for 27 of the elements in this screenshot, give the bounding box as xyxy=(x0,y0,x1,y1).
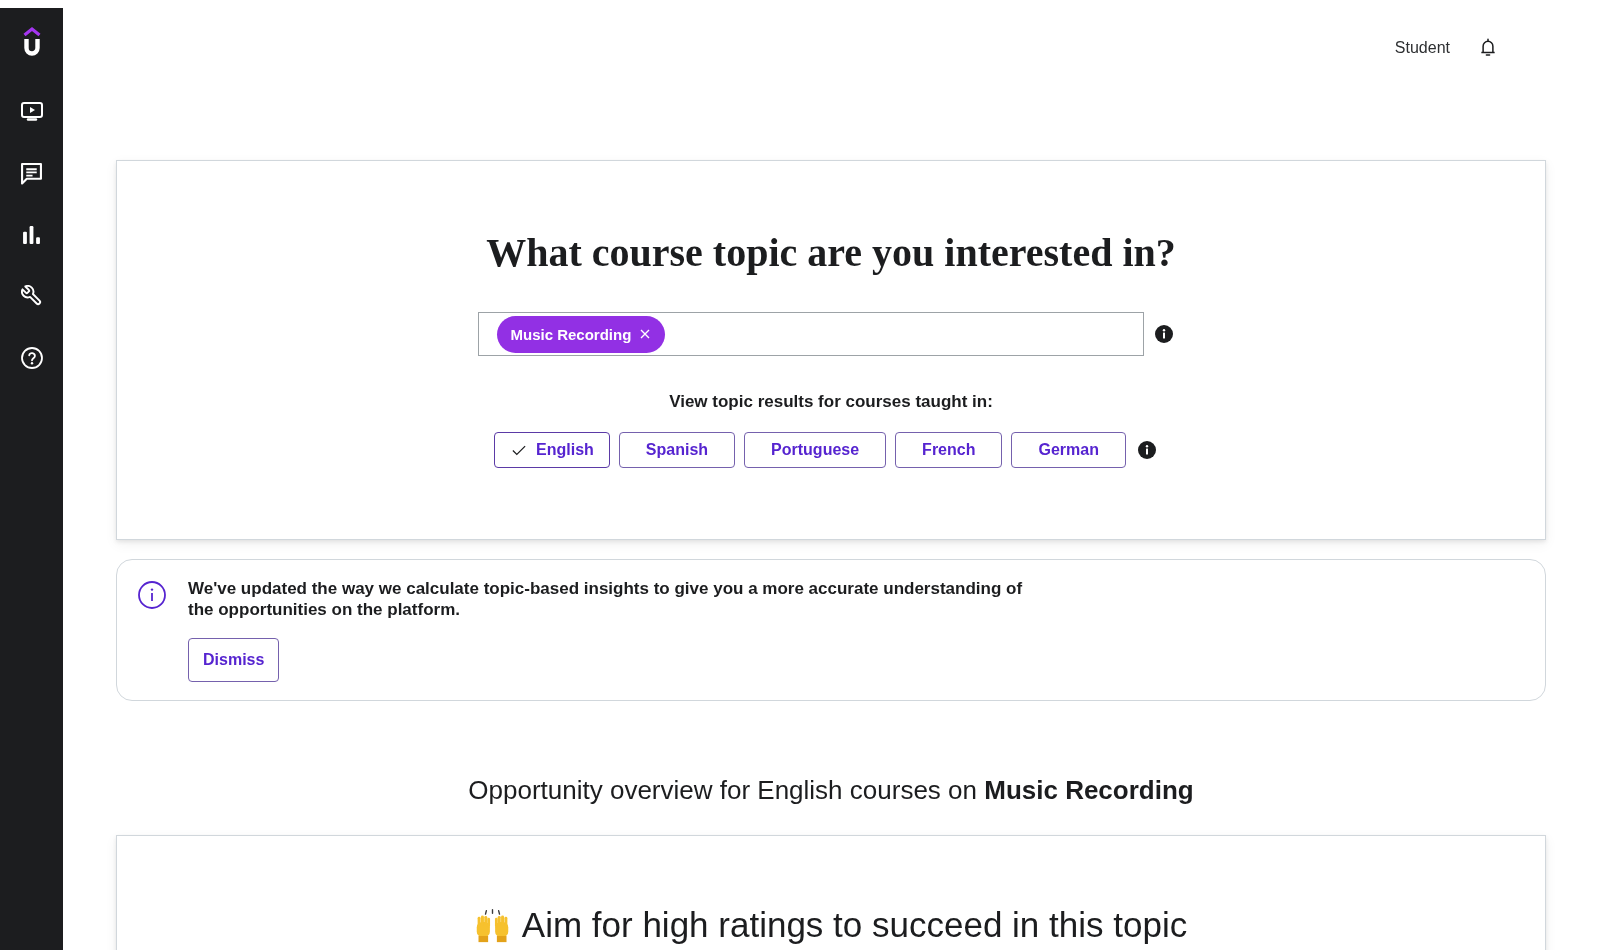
chat-icon[interactable] xyxy=(21,163,42,185)
topic-chip[interactable]: Music Recording xyxy=(496,315,666,353)
language-toggle-button[interactable]: Portuguese xyxy=(744,432,887,468)
language-filter-label: View topic results for courses taught in: xyxy=(669,391,993,413)
logo-icon[interactable] xyxy=(21,26,42,58)
dismiss-button[interactable]: Dismiss xyxy=(188,638,280,682)
overview-title: Opportunity overview for English courses on Music Recording xyxy=(468,774,1194,806)
help-icon[interactable] xyxy=(20,347,43,369)
raised-hands-icon xyxy=(474,907,510,943)
language-toggle-button[interactable]: German xyxy=(1011,432,1126,468)
language-toggle-button[interactable]: English xyxy=(494,432,610,468)
notifications-bell-icon[interactable] xyxy=(1480,38,1496,58)
language-toggle-button[interactable]: French xyxy=(895,432,1003,468)
info-icon[interactable] xyxy=(1137,441,1156,459)
bar-chart-icon[interactable] xyxy=(23,226,40,244)
insight-heading: Aim for high ratings to succeed in this topic xyxy=(521,906,1188,944)
monitor-play-icon[interactable] xyxy=(20,102,43,122)
info-icon xyxy=(138,581,166,609)
user-menu-link[interactable]: Student xyxy=(1394,39,1450,57)
check-icon xyxy=(512,444,527,456)
page-heading: What course topic are you interested in? xyxy=(486,229,1176,277)
notice-message: We've updated the way we calculate topic-based insights to give you a more accurate understanding of the opportunities on the platform. xyxy=(188,578,1024,620)
wrench-icon[interactable] xyxy=(21,285,42,306)
topic-search-field[interactable]: Music Recording xyxy=(477,312,1144,356)
language-toggle-button[interactable]: Spanish xyxy=(618,432,736,468)
info-icon[interactable] xyxy=(1154,325,1173,343)
close-icon[interactable] xyxy=(640,329,651,339)
